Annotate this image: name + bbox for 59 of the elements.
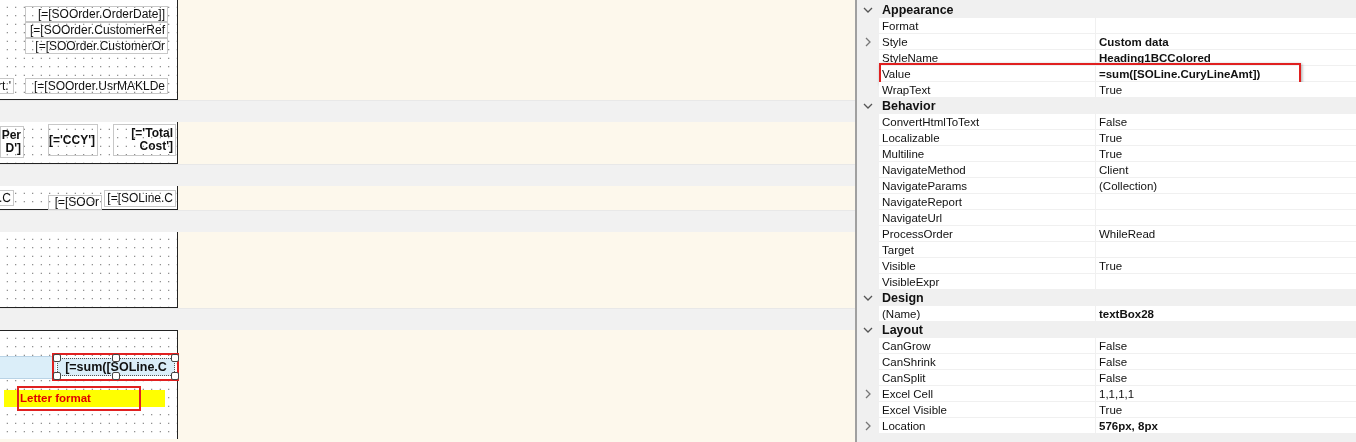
property-name: NavigateReport (879, 194, 1095, 210)
property-name: NavigateParams (879, 178, 1095, 194)
resize-handle[interactable] (53, 372, 61, 380)
property-value[interactable]: Custom data (1095, 34, 1356, 50)
property-value[interactable]: =sum([SOLine.CuryLineAmt]) (1095, 66, 1356, 82)
property-name: Format (879, 18, 1095, 34)
text-box[interactable]: [=[SOOrder.OrderDate]] (25, 6, 168, 22)
property-name: (Name) (879, 306, 1095, 322)
text-box[interactable]: Per D'] (0, 126, 24, 158)
property-name: Target (879, 242, 1095, 258)
resize-handle[interactable] (171, 372, 179, 380)
property-value[interactable]: False (1095, 354, 1356, 370)
property-value[interactable]: True (1095, 146, 1356, 162)
row-highlight (0, 356, 56, 379)
property-value[interactable]: False (1095, 370, 1356, 386)
resize-handle[interactable] (171, 354, 179, 362)
text-box[interactable]: [=[SOOrder.CustomerRef (25, 22, 168, 38)
text-box[interactable]: .C (0, 190, 14, 206)
property-name: CanSplit (879, 370, 1095, 386)
property-name: Location (879, 418, 1095, 434)
text-box[interactable]: [=[SOOr (48, 195, 102, 210)
label-text[interactable]: Letter format (4, 390, 165, 407)
property-name: Style (879, 34, 1095, 50)
property-name: ConvertHtmlToText (879, 114, 1095, 130)
property-value[interactable]: 1,1,1,1 (1095, 386, 1356, 402)
resize-handle[interactable] (53, 354, 61, 362)
property-value[interactable]: (Collection) (1095, 178, 1356, 194)
text-box[interactable]: [='CCY'] (48, 124, 98, 156)
property-name: ProcessOrder (879, 226, 1095, 242)
property-value[interactable]: True (1095, 82, 1356, 98)
property-name: NavigateUrl (879, 210, 1095, 226)
property-name: Visible (879, 258, 1095, 274)
text-box[interactable]: [=sum([SOLine.C (57, 358, 175, 376)
property-value[interactable]: 576px, 8px (1095, 418, 1356, 434)
property-value[interactable]: True (1095, 130, 1356, 146)
property-value[interactable]: True (1095, 258, 1356, 274)
text-box[interactable]: [='Total Cost'] (113, 124, 176, 156)
property-name: VisibleExpr (879, 274, 1095, 290)
property-name: CanShrink (879, 354, 1095, 370)
resize-handle[interactable] (112, 354, 120, 362)
property-value[interactable]: True (1095, 402, 1356, 418)
property-value[interactable]: WhileRead (1095, 226, 1356, 242)
text-box[interactable]: [=[SOLine.C (104, 190, 176, 207)
property-value[interactable]: False (1095, 338, 1356, 354)
property-name: Excel Visible (879, 402, 1095, 418)
text-box[interactable]: [=[SOOrder.UsrMAKLDe (25, 78, 168, 94)
property-value[interactable]: Client (1095, 162, 1356, 178)
property-name: NavigateMethod (879, 162, 1095, 178)
property-name: Localizable (879, 130, 1095, 146)
property-name: Multiline (879, 146, 1095, 162)
property-name: CanGrow (879, 338, 1095, 354)
property-name: WrapText (879, 82, 1095, 98)
property-name: Value (879, 66, 1095, 82)
property-name: Excel Cell (879, 386, 1095, 402)
property-value[interactable]: Heading1BCColored (1095, 50, 1356, 66)
property-value[interactable]: False (1095, 114, 1356, 130)
property-value[interactable]: textBox28 (1095, 306, 1356, 322)
resize-handle[interactable] (112, 372, 120, 380)
text-box[interactable]: [=[SOOrder.CustomerOr (25, 38, 168, 54)
